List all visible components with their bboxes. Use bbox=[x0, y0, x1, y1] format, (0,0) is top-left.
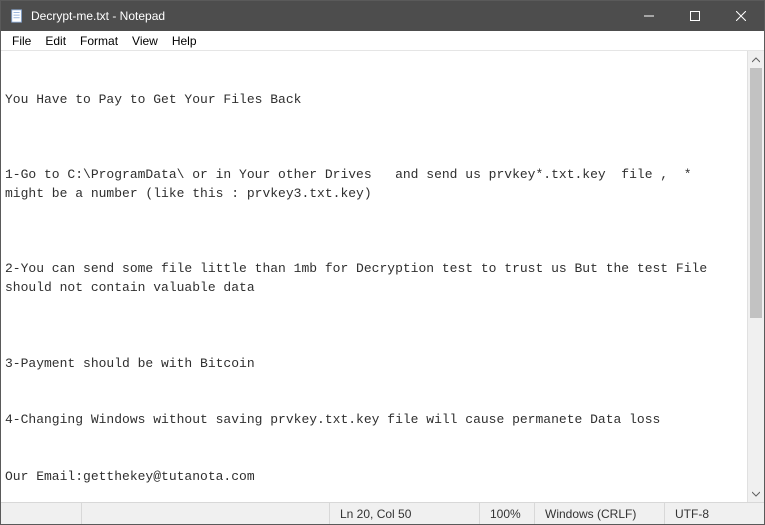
maximize-button[interactable] bbox=[672, 1, 718, 31]
status-encoding: UTF-8 bbox=[664, 503, 764, 524]
scroll-track[interactable] bbox=[748, 68, 764, 485]
menu-edit[interactable]: Edit bbox=[38, 32, 73, 50]
window-title: Decrypt-me.txt - Notepad bbox=[31, 9, 165, 23]
scroll-up-icon[interactable] bbox=[748, 51, 764, 68]
scroll-thumb[interactable] bbox=[750, 68, 762, 318]
minimize-button[interactable] bbox=[626, 1, 672, 31]
status-zoom: 100% bbox=[479, 503, 534, 524]
editor-wrap: You Have to Pay to Get Your Files Back 1… bbox=[1, 51, 764, 502]
status-spacer bbox=[81, 503, 329, 524]
notepad-icon bbox=[9, 8, 25, 24]
menu-view[interactable]: View bbox=[125, 32, 165, 50]
menu-help[interactable]: Help bbox=[165, 32, 204, 50]
titlebar: Decrypt-me.txt - Notepad bbox=[1, 1, 764, 31]
menu-file[interactable]: File bbox=[5, 32, 38, 50]
menu-format[interactable]: Format bbox=[73, 32, 125, 50]
vertical-scrollbar[interactable] bbox=[747, 51, 764, 502]
text-editor[interactable]: You Have to Pay to Get Your Files Back 1… bbox=[1, 51, 747, 502]
scroll-down-icon[interactable] bbox=[748, 485, 764, 502]
status-left-pad bbox=[1, 503, 81, 524]
statusbar: Ln 20, Col 50 100% Windows (CRLF) UTF-8 bbox=[1, 502, 764, 524]
menubar: File Edit Format View Help bbox=[1, 31, 764, 51]
status-eol: Windows (CRLF) bbox=[534, 503, 664, 524]
status-position: Ln 20, Col 50 bbox=[329, 503, 479, 524]
close-button[interactable] bbox=[718, 1, 764, 31]
